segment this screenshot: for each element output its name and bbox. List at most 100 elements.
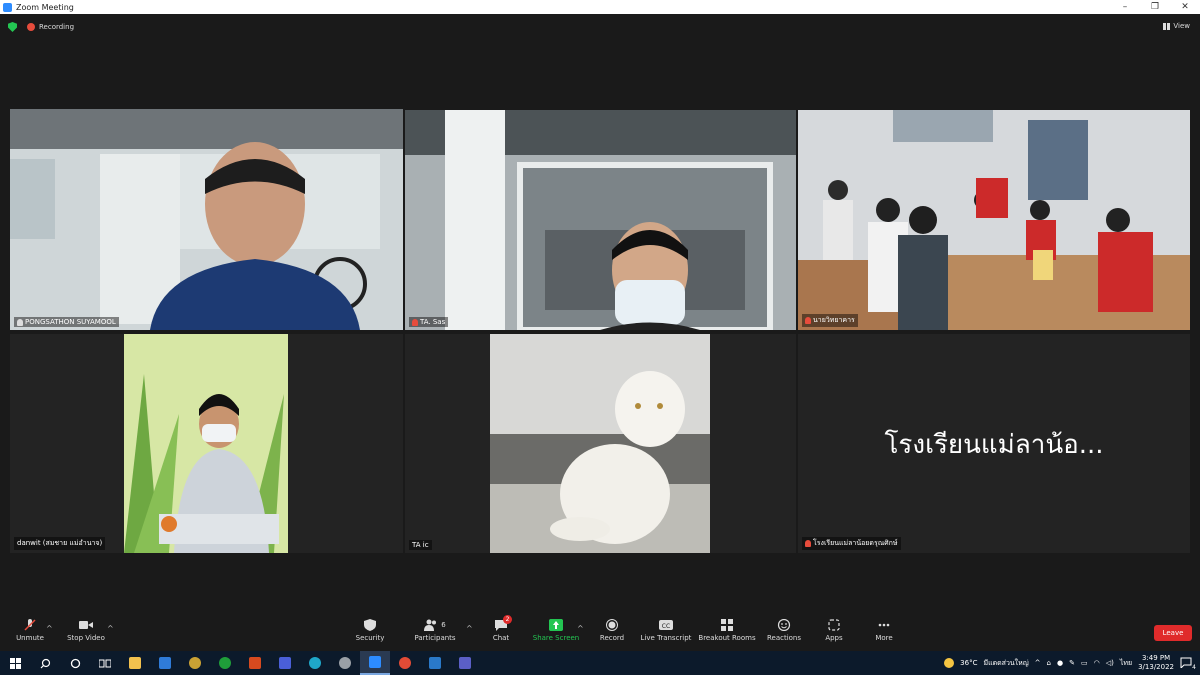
video-tile-5[interactable]: TA ic <box>405 334 796 553</box>
participants-button[interactable]: 6 Participants <box>405 619 465 642</box>
security-shield-icon[interactable] <box>8 22 17 32</box>
video-tile-1[interactable]: PONGSATHON SUYAMOOL <box>10 109 403 330</box>
taskbar-settings[interactable] <box>330 651 360 675</box>
smiley-icon <box>777 619 791 631</box>
participant-video <box>490 334 710 553</box>
xbox-icon <box>219 657 231 669</box>
keyboard-icon[interactable]: ▭ <box>1081 659 1088 667</box>
participant-video <box>124 334 288 553</box>
breakout-rooms-button[interactable]: Breakout Rooms <box>697 619 757 642</box>
video-camera-icon <box>79 621 93 629</box>
participant-display-name: โรงเรียนแม่ลาน้อ... <box>884 430 1104 460</box>
apps-icon <box>828 619 840 631</box>
taskbar-game-app[interactable] <box>180 651 210 675</box>
task-view-icon <box>99 659 111 667</box>
participant-name-label: PONGSATHON SUYAMOOL <box>14 317 119 327</box>
taskbar-xbox[interactable] <box>210 651 240 675</box>
edge-icon <box>309 657 321 669</box>
video-tile-3[interactable]: นายวิทยาคาร <box>798 110 1190 330</box>
minimize-button[interactable]: – <box>1110 0 1140 14</box>
video-tile-4[interactable]: danwit (สมชาย แม่อำนาจ) <box>10 334 403 553</box>
more-button[interactable]: More <box>854 619 914 642</box>
participant-name-label: TA. Sas <box>409 317 449 327</box>
audio-options-caret[interactable]: ^ <box>46 624 53 633</box>
office-icon <box>249 657 261 669</box>
taskbar-zoom[interactable] <box>360 651 390 675</box>
notification-button[interactable]: 4 <box>1180 657 1196 671</box>
maximize-button[interactable]: ❐ <box>1140 0 1170 14</box>
participant-video <box>798 110 1190 330</box>
taskbar-office[interactable] <box>240 651 270 675</box>
security-button[interactable]: Security <box>340 619 400 642</box>
mic-muted-icon <box>412 318 418 326</box>
language-indicator[interactable]: ไทย <box>1120 658 1132 669</box>
weather-description[interactable]: มีแดดส่วนใหญ่ <box>983 658 1028 669</box>
wifi-icon[interactable]: ◠ <box>1094 659 1100 667</box>
shield-icon <box>364 619 376 631</box>
record-button[interactable]: Record <box>582 619 642 642</box>
volume-icon[interactable]: ◁) <box>1106 659 1114 667</box>
mic-icon <box>17 318 23 326</box>
close-button[interactable]: ✕ <box>1170 0 1200 14</box>
video-tile-2[interactable]: TA. Sas <box>405 110 796 330</box>
chat-button[interactable]: 2 Chat <box>471 615 531 642</box>
zoom-app-icon <box>3 2 12 12</box>
participant-name-label: นายวิทยาคาร <box>802 314 858 327</box>
mic-muted-icon <box>805 317 811 324</box>
window-titlebar: Zoom Meeting – ❐ ✕ <box>0 0 1200 14</box>
participant-name-label: danwit (สมชาย แม่อำนาจ) <box>14 537 106 550</box>
taskbar-mail[interactable] <box>150 651 180 675</box>
recording-icon <box>27 23 35 31</box>
notification-icon <box>1180 657 1192 670</box>
clock[interactable]: 3:49 PM 3/13/2022 <box>1138 654 1174 672</box>
photos-icon <box>429 657 441 669</box>
taskbar-file-explorer[interactable] <box>120 651 150 675</box>
taskbar-whiteboard[interactable] <box>270 651 300 675</box>
view-label: View <box>1173 22 1190 30</box>
cortana-circle-icon <box>70 658 80 668</box>
search-button[interactable] <box>30 651 60 675</box>
leave-button[interactable]: Leave <box>1154 625 1192 641</box>
search-icon <box>40 658 50 668</box>
clock-time: 3:49 PM <box>1141 654 1171 662</box>
mic-muted-icon <box>805 540 811 547</box>
start-button[interactable] <box>0 651 30 675</box>
participants-count: 6 <box>441 621 446 629</box>
window-title: Zoom Meeting <box>16 2 74 12</box>
meeting-toolbar: Unmute ^ Stop Video ^ Security 6 Partici… <box>0 614 1200 651</box>
taskbar-photos[interactable] <box>420 651 450 675</box>
windows-taskbar: 36°C มีแดดส่วนใหญ่ ^ ⌂ ● ✎ ▭ ◠ ◁) ไทย 3:… <box>0 651 1200 675</box>
cortana-button[interactable] <box>60 651 90 675</box>
network-icon[interactable]: ⌂ <box>1047 659 1051 667</box>
whiteboard-icon <box>279 657 291 669</box>
record-icon <box>606 619 618 631</box>
live-transcript-button[interactable]: CC Live Transcript <box>636 619 696 642</box>
people-icon <box>424 619 437 631</box>
taskbar-teams[interactable] <box>450 651 480 675</box>
folder-icon <box>129 657 141 669</box>
show-hidden-icons-chevron[interactable]: ^ <box>1035 659 1041 667</box>
chat-icon: 2 <box>494 615 512 631</box>
video-tile-6[interactable]: โรงเรียนแม่ลาน้อ... โรงเรียนแม่ลาน้อยดรุ… <box>798 334 1190 553</box>
weather-temp[interactable]: 36°C <box>960 659 977 667</box>
closed-caption-icon: CC <box>659 620 673 630</box>
view-button[interactable]: View <box>1163 22 1190 30</box>
windows-logo-icon <box>9 657 21 669</box>
pen-icon[interactable]: ✎ <box>1069 659 1075 667</box>
microphone-icon[interactable]: ● <box>1057 659 1063 667</box>
more-dots-icon <box>878 623 890 627</box>
notification-count: 4 <box>1192 664 1196 671</box>
chrome-icon <box>399 657 411 669</box>
taskbar-chrome[interactable] <box>390 651 420 675</box>
participant-video <box>405 110 796 330</box>
video-options-caret[interactable]: ^ <box>107 624 114 633</box>
zoom-icon <box>369 656 381 668</box>
share-screen-icon <box>549 619 563 631</box>
participant-name-label: TA ic <box>409 540 432 550</box>
svg-text:CC: CC <box>662 623 670 630</box>
game-app-icon <box>189 657 201 669</box>
task-view-button[interactable] <box>90 651 120 675</box>
system-tray: 36°C มีแดดส่วนใหญ่ ^ ⌂ ● ✎ ▭ ◠ ◁) ไทย 3:… <box>944 651 1200 675</box>
taskbar-edge[interactable] <box>300 651 330 675</box>
recording-label: Recording <box>39 23 75 31</box>
